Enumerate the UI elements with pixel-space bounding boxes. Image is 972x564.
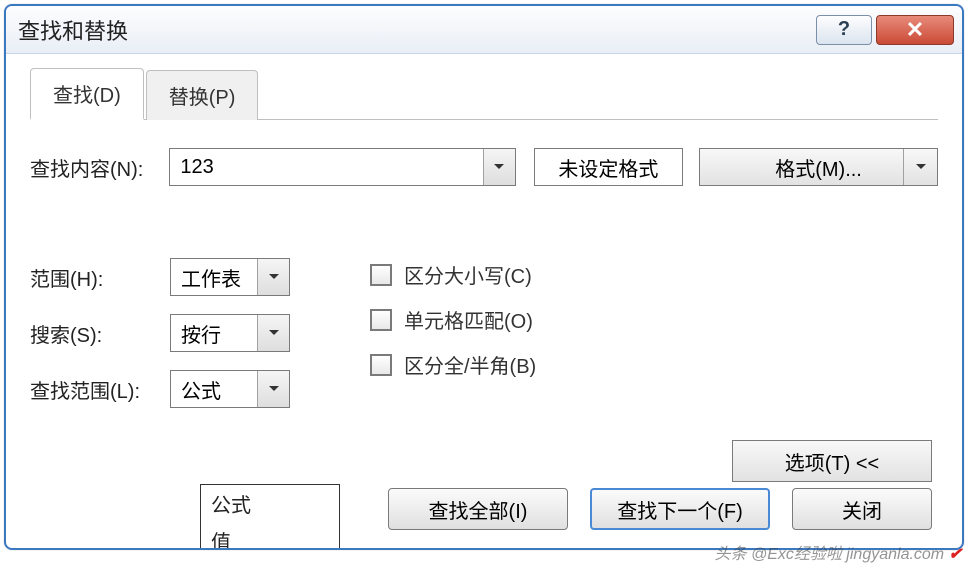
scope-label: 范围(H): (30, 263, 170, 292)
find-content-dropdown-button[interactable] (483, 149, 515, 185)
find-next-label: 查找下一个(F) (617, 495, 743, 524)
help-button[interactable]: ? (816, 15, 872, 45)
lookin-dropdown-popup: 公式 值 批注 (200, 484, 340, 550)
format-button-split[interactable] (903, 149, 937, 185)
match-width-checkbox[interactable]: 区分全/半角(B) (370, 350, 938, 379)
search-dropdown-button[interactable] (257, 315, 289, 351)
options-area: 范围(H): 工作表 搜索(S): 按行 (30, 258, 938, 426)
check-icon: ✔ (949, 546, 962, 563)
options-toggle-label: 选项(T) << (785, 447, 879, 476)
scope-select[interactable]: 工作表 (170, 258, 290, 296)
options-toggle-button[interactable]: 选项(T) << (732, 440, 932, 482)
find-all-button[interactable]: 查找全部(I) (388, 488, 568, 530)
close-label: 关闭 (842, 495, 882, 524)
search-value: 按行 (171, 315, 257, 351)
format-status-text: 未设定格式 (558, 153, 658, 182)
lookin-dropdown-button[interactable] (257, 371, 289, 407)
dialog-body: 查找(D) 替换(P) 查找内容(N): 123 未设定格式 格式(M)... (6, 54, 962, 548)
tab-replace-label: 替换(P) (169, 87, 236, 109)
scope-value: 工作表 (171, 259, 257, 295)
lookin-value: 公式 (171, 371, 257, 407)
search-row: 搜索(S): 按行 (30, 314, 370, 352)
options-left: 范围(H): 工作表 搜索(S): 按行 (30, 258, 370, 426)
chevron-down-icon (268, 329, 280, 337)
chevron-down-icon (268, 385, 280, 393)
close-button[interactable]: 关闭 (792, 488, 932, 530)
dialog-title: 查找和替换 (18, 14, 812, 46)
search-label: 搜索(S): (30, 319, 170, 348)
chevron-down-icon (268, 273, 280, 281)
search-select[interactable]: 按行 (170, 314, 290, 352)
checkbox-box (370, 354, 392, 376)
checkbox-box (370, 309, 392, 331)
close-icon: ✕ (906, 17, 924, 43)
tab-strip: 查找(D) 替换(P) (30, 72, 938, 120)
match-case-label: 区分大小写(C) (404, 260, 532, 289)
find-content-input[interactable]: 123 (169, 148, 515, 186)
watermark-text: 头条 @Exc经验啦 jingyanla.com (715, 546, 945, 563)
match-case-checkbox[interactable]: 区分大小写(C) (370, 260, 938, 289)
match-cell-label: 单元格匹配(O) (404, 305, 533, 334)
find-content-value: 123 (170, 149, 482, 185)
find-content-label: 查找内容(N): (30, 153, 169, 182)
match-cell-checkbox[interactable]: 单元格匹配(O) (370, 305, 938, 334)
match-width-label: 区分全/半角(B) (404, 350, 536, 379)
window-close-button[interactable]: ✕ (876, 15, 954, 45)
lookin-option-formula[interactable]: 公式 (201, 485, 339, 522)
format-status: 未设定格式 (534, 148, 683, 186)
scope-row: 范围(H): 工作表 (30, 258, 370, 296)
checkbox-box (370, 264, 392, 286)
find-next-button[interactable]: 查找下一个(F) (590, 488, 770, 530)
titlebar[interactable]: 查找和替换 ? ✕ (6, 6, 962, 54)
format-button-label: 格式(M)... (775, 153, 862, 182)
help-icon: ? (838, 18, 850, 41)
lookin-row: 查找范围(L): 公式 (30, 370, 370, 408)
format-button[interactable]: 格式(M)... (699, 148, 938, 186)
options-middle: 区分大小写(C) 单元格匹配(O) 区分全/半角(B) (370, 258, 938, 426)
tab-replace[interactable]: 替换(P) (146, 70, 259, 120)
dialog-button-row: 查找全部(I) 查找下一个(F) 关闭 (388, 488, 932, 530)
find-all-label: 查找全部(I) (429, 495, 528, 524)
watermark: 头条 @Exc经验啦 jingyanla.com ✔ (715, 540, 963, 564)
tab-find-label: 查找(D) (53, 85, 121, 107)
tab-find[interactable]: 查找(D) (30, 68, 144, 120)
lookin-option-value[interactable]: 值 (201, 522, 339, 550)
find-replace-dialog: 查找和替换 ? ✕ 查找(D) 替换(P) 查找内容(N): 123 (4, 4, 964, 550)
find-content-row: 查找内容(N): 123 未设定格式 格式(M)... (30, 148, 938, 186)
chevron-down-icon (493, 163, 505, 171)
lookin-select[interactable]: 公式 (170, 370, 290, 408)
lookin-label: 查找范围(L): (30, 375, 170, 404)
chevron-down-icon (915, 163, 927, 171)
scope-dropdown-button[interactable] (257, 259, 289, 295)
